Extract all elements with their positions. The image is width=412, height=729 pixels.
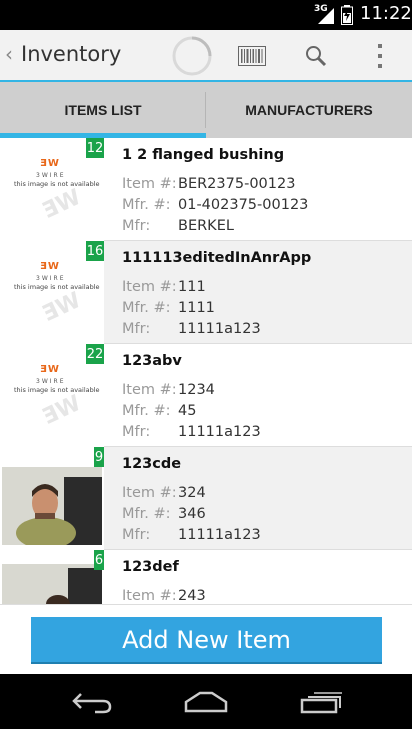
- tab-items-list[interactable]: ITEMS LIST: [0, 82, 206, 138]
- item-thumbnail: [0, 447, 104, 550]
- brand-logo-mark: ƎW: [40, 261, 60, 272]
- quantity-badge: 12: [86, 138, 104, 158]
- mfr-value: 11111a123: [178, 527, 261, 543]
- quantity-badge: 22: [86, 344, 104, 364]
- quantity-badge: 16: [86, 241, 104, 261]
- overflow-menu-button[interactable]: [360, 36, 400, 76]
- item-name: 1 2 flanged bushing: [122, 147, 285, 163]
- more-vertical-icon: [378, 44, 382, 68]
- clock: 11:22: [360, 3, 412, 24]
- list-item[interactable]: ƎW 3WIRE this image is not available ƎW …: [0, 344, 412, 447]
- mfr-number-value: 01-402375-00123: [178, 197, 309, 213]
- image-unavailable-text: this image is not available: [14, 386, 100, 394]
- item-number-label: Item #:: [122, 382, 177, 398]
- image-unavailable-text: this image is not available: [14, 283, 100, 291]
- placeholder-image: ƎW 3WIRE this image is not available ƎW: [2, 358, 102, 434]
- quantity-badge: 6: [94, 550, 104, 570]
- item-photo: [2, 467, 102, 545]
- barcode-scan-button[interactable]: [232, 36, 272, 76]
- mfr-number-label: Mfr. #:: [122, 197, 171, 213]
- watermark-logo: ƎW: [38, 287, 85, 328]
- mfr-number-label: Mfr. #:: [122, 506, 171, 522]
- tab-bar: ITEMS LIST MANUFACTURERS: [0, 82, 412, 138]
- person-photo-icon: [2, 467, 102, 545]
- item-photo: [2, 564, 102, 604]
- item-number-value: 324: [178, 485, 206, 501]
- item-number-value: BER2375-00123: [178, 176, 296, 192]
- page-title[interactable]: Inventory: [21, 42, 121, 66]
- watermark-logo: ƎW: [38, 390, 85, 431]
- item-name: 111113editedInAnrApp: [122, 250, 312, 266]
- item-number-label: Item #:: [122, 588, 177, 604]
- item-number-label: Item #:: [122, 176, 177, 192]
- back-arrow-icon: [72, 693, 112, 714]
- mfr-number-value: 45: [178, 403, 197, 419]
- item-number-label: Item #:: [122, 279, 177, 295]
- item-name: 123def: [122, 559, 179, 575]
- barcode-icon: [238, 46, 266, 66]
- item-name: 123abv: [122, 353, 182, 369]
- search-button[interactable]: [296, 36, 336, 76]
- placeholder-image: ƎW 3WIRE this image is not available ƎW: [2, 152, 102, 228]
- list-item[interactable]: 6 123def Item #: 243: [0, 550, 412, 604]
- mfr-value: BERKEL: [178, 218, 234, 234]
- mfr-label: Mfr:: [122, 424, 151, 440]
- nav-back-button[interactable]: [67, 684, 117, 720]
- placeholder-image: ƎW 3WIRE this image is not available ƎW: [2, 255, 102, 331]
- brand-logo-text: 3WIRE: [36, 378, 66, 385]
- mfr-number-value: 1111: [178, 300, 215, 316]
- watermark-logo: ƎW: [38, 184, 85, 225]
- nav-home-button[interactable]: [181, 684, 231, 720]
- person-photo-icon: [2, 564, 102, 604]
- brand-logo-mark: ƎW: [40, 158, 60, 169]
- back-chevron-icon[interactable]: ‹: [5, 42, 13, 66]
- mfr-label: Mfr:: [122, 527, 151, 543]
- recent-apps-icon: [300, 692, 342, 714]
- brand-logo-text: 3WIRE: [36, 275, 66, 282]
- mfr-number-label: Mfr. #:: [122, 403, 171, 419]
- home-icon: [184, 691, 228, 713]
- signal-icon: [318, 8, 334, 24]
- mfr-label: Mfr:: [122, 321, 151, 337]
- battery-icon: [341, 5, 353, 25]
- tab-manufacturers[interactable]: MANUFACTURERS: [206, 82, 412, 138]
- loading-spinner-icon: [172, 36, 212, 76]
- mfr-value: 11111a123: [178, 321, 261, 337]
- add-new-item-button[interactable]: Add New Item: [31, 617, 382, 664]
- brand-logo-text: 3WIRE: [36, 172, 66, 179]
- item-number-value: 243: [178, 588, 206, 604]
- nav-recents-button[interactable]: [296, 684, 346, 720]
- search-icon: [306, 46, 327, 67]
- item-number-label: Item #:: [122, 485, 177, 501]
- mfr-number-label: Mfr. #:: [122, 300, 171, 316]
- items-list[interactable]: ƎW 3WIRE this image is not available ƎW …: [0, 138, 412, 604]
- mfr-label: Mfr:: [122, 218, 151, 234]
- bottom-action-area: Add New Item: [0, 604, 412, 674]
- brand-logo-mark: ƎW: [40, 364, 60, 375]
- mfr-value: 11111a123: [178, 424, 261, 440]
- status-bar: 3G 11:22: [0, 0, 412, 30]
- item-thumbnail: [0, 550, 104, 604]
- image-unavailable-text: this image is not available: [14, 180, 100, 188]
- list-item[interactable]: ƎW 3WIRE this image is not available ƎW …: [0, 138, 412, 241]
- action-bar: ‹ Inventory: [0, 30, 412, 82]
- system-navigation-bar: [0, 674, 412, 729]
- list-item[interactable]: 9 123cde Item #: 324 Mfr. #: 346 Mfr: 11…: [0, 447, 412, 550]
- item-name: 123cde: [122, 456, 182, 472]
- mfr-number-value: 346: [178, 506, 206, 522]
- list-item[interactable]: ƎW 3WIRE this image is not available ƎW …: [0, 241, 412, 344]
- quantity-badge: 9: [94, 447, 104, 467]
- item-number-value: 1234: [178, 382, 215, 398]
- item-number-value: 111: [178, 279, 206, 295]
